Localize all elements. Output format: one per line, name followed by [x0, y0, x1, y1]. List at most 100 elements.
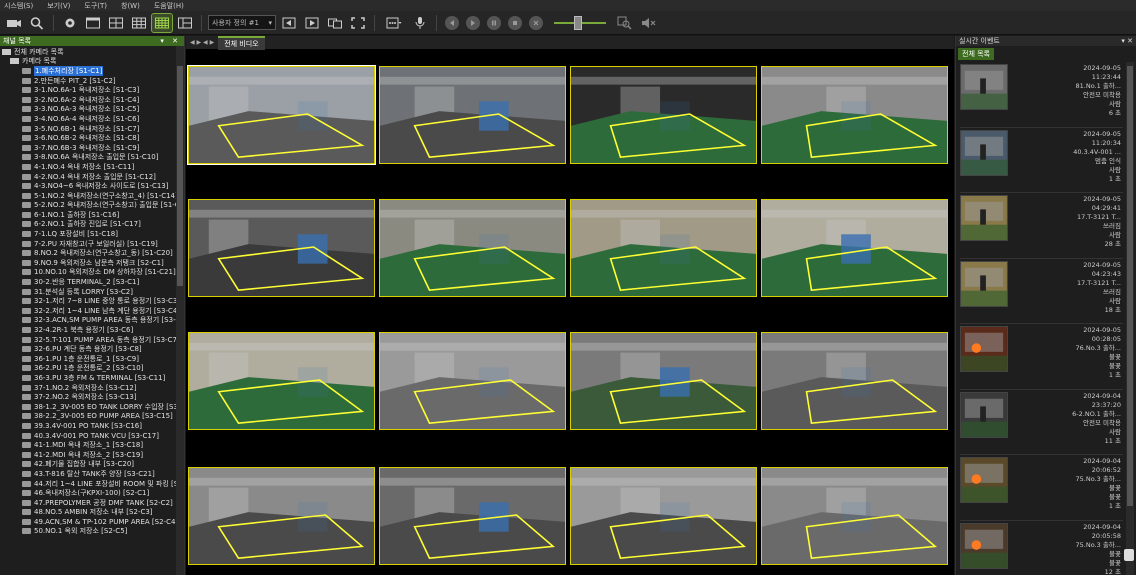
tree-camera-item[interactable]: 1.폐수처리장 [S1-C1] [2, 66, 182, 76]
menu-system[interactable]: 시스템(S) [4, 1, 33, 11]
event-item[interactable]: 2024-09-05 11:20:34 40.3.4V-001 ... 멈춤 인식 사람… [960, 128, 1123, 193]
video-tile[interactable] [188, 332, 375, 430]
tab-all-video[interactable]: 전체 비디오 [218, 35, 265, 50]
playback-speed-slider[interactable] [554, 14, 606, 32]
menu-window[interactable]: 창(W) [121, 1, 140, 11]
tree-camera-item[interactable]: 37-2.NO.2 옥외저장소 [S3-C13] [2, 392, 182, 402]
video-tile[interactable] [761, 467, 948, 565]
tree-camera-item[interactable]: 4-3.NO4~6 옥내저장소 사이도로 [S1-C13] [2, 181, 182, 191]
video-tile[interactable] [761, 66, 948, 164]
tree-camera-item[interactable]: 32-2.저리 1~4 LINE 남측 계단 용정기 [S3-C4] [2, 306, 182, 316]
event-thumbnail[interactable] [960, 64, 1008, 110]
event-thumbnail[interactable] [960, 457, 1008, 503]
tree-group[interactable]: 카메라 목록 [2, 57, 182, 67]
tree-camera-item[interactable]: 31.분석실 등록 LORRY [S3-C2] [2, 287, 182, 297]
mute-button[interactable] [638, 14, 658, 32]
channel-list-scrollbar[interactable] [176, 46, 184, 575]
tree-camera-item[interactable]: 40.3.4V-001 PO TANK VCU [S3-C17] [2, 431, 182, 441]
menu-tools[interactable]: 도구(T) [84, 1, 107, 11]
event-item[interactable]: 2024-09-04 20:06:52 75.No.3 출하... 불꽃 불꽃 1 초 [960, 455, 1123, 521]
tree-camera-item[interactable]: 7-2.PU 자재창고(구 보일러실) [S1-C19] [2, 239, 182, 249]
tree-camera-item[interactable]: 32-3.ACN,SM PUMP AREA 동측 용정기 [S3-C5] [2, 316, 182, 326]
layout-3x3-button[interactable] [129, 14, 149, 32]
slider-knob[interactable] [574, 15, 582, 30]
tree-camera-item[interactable]: 30-2.반응 TERMINAL_2 [S3-C1] [2, 277, 182, 287]
tree-camera-item[interactable]: 5-2.NO.2 옥내저장소(연구소창고) 출입문 [S1-C] [2, 201, 182, 211]
event-thumbnail[interactable] [960, 391, 1008, 438]
scrollbar-thumb[interactable] [177, 66, 183, 286]
tree-camera-item[interactable]: 50.NO.1 옥외 저장소 [S2-C5] [2, 527, 182, 537]
tree-camera-item[interactable]: 3-3.NO.6A-3 옥내저장소 [S1-C5] [2, 105, 182, 115]
settings-button[interactable] [60, 14, 80, 32]
pause-button[interactable] [487, 15, 501, 30]
tree-camera-item[interactable]: 2.만든폐수 PIT_2 [S1-C2] [2, 76, 182, 86]
event-item[interactable]: 2024-09-05 11:23:44 81.No.1 출하... 안전모 미착용 사람… [960, 62, 1123, 128]
tree-camera-item[interactable]: 49.ACN,SM & TP-102 PUMP AREA [S2-C4] [2, 517, 182, 527]
event-thumbnail[interactable] [960, 195, 1008, 241]
event-item[interactable]: 2024-09-04 23:37:20 6-2.NO.1 출하... 안전모 미착용 사… [960, 390, 1123, 455]
tree-camera-item[interactable]: 4-1.NO.4 옥내 저장소 [S1-C11] [2, 162, 182, 172]
tree-camera-item[interactable]: 41-1.MDI 옥내 저장소_1 [S3-C18] [2, 440, 182, 450]
next-page-button[interactable] [302, 14, 322, 32]
event-item[interactable]: 2024-09-04 20:05:58 75.No.3 출하... 불꽃 불꽃 12 초 [960, 521, 1123, 575]
tree-camera-item[interactable]: 3-5.NO.6B-1 옥내저장소 [S1-C7] [2, 124, 182, 134]
tree-camera-item[interactable]: 6-2.NO.1 출하장 진입로 [S1-C17] [2, 220, 182, 230]
video-tile[interactable] [379, 332, 566, 430]
panel-controls[interactable]: ▾ ✕ [160, 37, 181, 45]
tree-camera-item[interactable]: 44.저리 1~4 LINE 포장설비 ROOM 및 파킹 [S4-C1] [2, 479, 182, 489]
event-thumbnail[interactable] [960, 129, 1008, 176]
tree-camera-item[interactable]: 36-1.PU 1층 운전통로_1 [S3-C9] [2, 354, 182, 364]
display-mode-button[interactable] [381, 14, 407, 32]
layout-2x2-button[interactable] [106, 14, 126, 32]
tree-camera-item[interactable]: 6-1.NO.1 출하장 [S1-C16] [2, 210, 182, 220]
video-tile[interactable] [570, 467, 757, 565]
tree-camera-item[interactable]: 32-1.저리 7~8 LINE 중앙 통로 용정기 [S3-C3] [2, 296, 182, 306]
tree-camera-item[interactable]: 43.T-816 탈산 TANK주 양장 [S3-C21] [2, 469, 182, 479]
event-thumbnail[interactable] [960, 522, 1008, 569]
stop-button[interactable] [508, 15, 522, 30]
video-tile[interactable] [570, 199, 757, 297]
event-item[interactable]: 2024-09-05 04:23:43 17.T-3121 T... 쓰러짐 사람 18 … [960, 259, 1123, 324]
tree-camera-item[interactable]: 37-1.NO.2 옥외저장소 [S3-C12] [2, 383, 182, 393]
zoom-search-button[interactable] [615, 14, 635, 32]
event-list-scrollbar[interactable] [1126, 62, 1134, 575]
close-playback-button[interactable] [529, 15, 543, 30]
tree-camera-item[interactable]: 36-3.PU 3층 FM & TERMINAL [S3-C11] [2, 373, 182, 383]
event-item[interactable]: 2024-09-05 04:29:41 17.T-3121 T... 쓰러짐 사람 28 … [960, 193, 1123, 259]
tree-camera-item[interactable]: 38-1.2_3V-005 EO TANK LORRY 수입장 [S3-C14] [2, 402, 182, 412]
menu-view[interactable]: 보기(V) [47, 1, 70, 11]
search-button[interactable] [27, 14, 47, 32]
video-tile[interactable] [188, 199, 375, 297]
rewind-button[interactable] [445, 15, 459, 30]
layout-4x4-button[interactable] [151, 12, 173, 33]
tree-camera-item[interactable]: 39.3.4V-001 PO TANK [S3-C16] [2, 421, 182, 431]
tree-camera-item[interactable]: 47.PREPOLYMER 공정 DMF TANK [S2-C2] [2, 498, 182, 508]
tree-camera-item[interactable]: 10.NO.10 옥외저장소 DM 상하차장 [S1-C21] [2, 268, 182, 278]
video-tile[interactable] [570, 332, 757, 430]
video-tile[interactable] [187, 65, 376, 165]
tab-event-all[interactable]: 전체 목록 [958, 48, 994, 60]
video-tile[interactable] [379, 467, 566, 565]
video-tile[interactable] [379, 66, 566, 164]
event-thumbnail[interactable] [960, 260, 1008, 307]
tree-camera-item[interactable]: 42.폐기물 집합장 내부 [S3-C20] [2, 460, 182, 470]
tree-camera-item[interactable]: 3-4.NO.6A-4 옥내저장소 [S1-C6] [2, 114, 182, 124]
tree-camera-item[interactable]: 8.NO.2 옥내저장소(연구소창고_동) [S1-C20] [2, 248, 182, 258]
panel-pin-icon[interactable] [1124, 549, 1134, 561]
tree-camera-item[interactable]: 38-2.2_3V-005 EO PUMP AREA [S3-C15] [2, 412, 182, 422]
tree-root[interactable]: 전체 카메라 목록 [2, 47, 182, 57]
scrollbar-thumb[interactable] [1127, 66, 1133, 506]
tree-camera-item[interactable]: 46.옥내저장소(구KPXI-100) [S2-C1] [2, 488, 182, 498]
menu-help[interactable]: 도움말(H) [154, 1, 184, 11]
tree-camera-item[interactable]: 4-2.NO.4 옥내 저장소 출입문 [S1-C12] [2, 172, 182, 182]
camera-list-button[interactable] [4, 14, 24, 32]
play-button[interactable] [466, 15, 480, 30]
tree-camera-item[interactable]: 3-6.NO.6B-2 옥내저장소 [S1-C8] [2, 133, 182, 143]
tree-camera-item[interactable]: 7-1.LQ 포장설비 [S1-C18] [2, 229, 182, 239]
tree-camera-item[interactable]: 48.NO.5 AMBIN 저장소 내부 [S2-C3] [2, 508, 182, 518]
tree-camera-item[interactable]: 32-5.T-101 PUMP AREA 동측 용정기 [S3-C7] [2, 335, 182, 345]
event-thumbnail[interactable] [960, 326, 1008, 372]
previous-page-button[interactable] [279, 14, 299, 32]
panel-controls[interactable]: ▾ ✕ [1121, 37, 1133, 45]
video-tile[interactable] [570, 66, 757, 164]
